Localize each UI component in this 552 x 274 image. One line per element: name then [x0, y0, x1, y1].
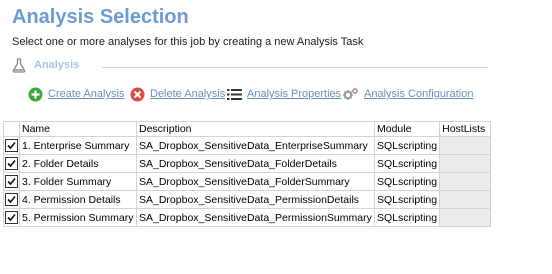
table-row[interactable]: 1. Enterprise Summary SA_Dropbox_Sensiti… — [3, 136, 492, 155]
cell-module: SQLscripting — [373, 208, 441, 227]
analysis-configuration-button[interactable]: Analysis Configuration — [343, 86, 473, 102]
table-row[interactable]: 4. Permission Details SA_Dropbox_Sensiti… — [3, 190, 492, 209]
delete-analysis-button[interactable]: Delete Analysis — [130, 86, 225, 102]
cell-name: 3. Folder Summary — [19, 172, 137, 191]
cell-name: 2. Folder Details — [19, 154, 137, 173]
create-analysis-button[interactable]: Create Analysis — [28, 86, 124, 102]
analysis-properties-button[interactable]: Analysis Properties — [227, 86, 341, 102]
delete-icon — [130, 87, 145, 101]
table-row[interactable]: 3. Folder Summary SA_Dropbox_SensitiveDa… — [3, 172, 492, 191]
column-header-name[interactable]: Name — [19, 121, 137, 137]
cell-module: SQLscripting — [373, 172, 441, 191]
row-checkbox[interactable] — [5, 193, 18, 206]
cell-hostlists — [439, 136, 492, 155]
checkmark-icon — [7, 195, 16, 204]
cell-hostlists — [439, 154, 492, 173]
gears-icon — [343, 87, 359, 100]
section-label: Analysis — [34, 59, 80, 71]
cell-module: SQLscripting — [373, 154, 441, 173]
checkmark-icon — [7, 159, 16, 168]
select-column-header — [3, 121, 20, 137]
checkmark-icon — [7, 141, 16, 150]
cell-description: SA_Dropbox_SensitiveData_FolderDetails — [136, 154, 375, 173]
cell-name: 4. Permission Details — [19, 190, 137, 209]
analysis-section-header: Analysis — [12, 58, 488, 74]
row-checkbox[interactable] — [5, 157, 18, 170]
checkmark-icon — [7, 177, 16, 186]
cell-hostlists — [439, 172, 492, 191]
table-row[interactable]: 2. Folder Details SA_Dropbox_SensitiveDa… — [3, 154, 492, 173]
cell-description: SA_Dropbox_SensitiveData_PermissionSumma… — [136, 208, 375, 227]
page-subtitle: Select one or more analyses for this job… — [12, 36, 364, 48]
row-checkbox[interactable] — [5, 211, 18, 224]
cell-module: SQLscripting — [373, 190, 441, 209]
analysis-properties-label: Analysis Properties — [247, 88, 342, 100]
delete-analysis-label: Delete Analysis — [150, 88, 226, 100]
column-header-module[interactable]: Module — [373, 121, 441, 137]
table-row[interactable]: 5. Permission Summary SA_Dropbox_Sensiti… — [3, 208, 492, 227]
column-header-description[interactable]: Description — [136, 121, 375, 137]
cell-module: SQLscripting — [373, 136, 441, 155]
page-title: Analysis Selection — [12, 6, 189, 28]
list-icon — [227, 88, 242, 100]
cell-name: 1. Enterprise Summary — [19, 136, 137, 155]
cell-description: SA_Dropbox_SensitiveData_EnterpriseSumma… — [136, 136, 375, 155]
column-header-hostlists[interactable]: HostLists — [439, 121, 492, 137]
add-icon — [28, 87, 43, 101]
cell-description: SA_Dropbox_SensitiveData_FolderSummary — [136, 172, 375, 191]
create-analysis-label: Create Analysis — [48, 88, 125, 100]
row-checkbox[interactable] — [5, 175, 18, 188]
flask-icon — [12, 58, 26, 78]
row-checkbox[interactable] — [5, 139, 18, 152]
cell-name: 5. Permission Summary — [19, 208, 137, 227]
analysis-configuration-label: Analysis Configuration — [364, 88, 474, 100]
section-divider — [102, 67, 488, 68]
cell-description: SA_Dropbox_SensitiveData_PermissionDetai… — [136, 190, 375, 209]
checkmark-icon — [7, 213, 16, 222]
cell-hostlists — [439, 190, 492, 209]
cell-hostlists — [439, 208, 492, 227]
analysis-table: Name Description Module HostLists 1. Ent… — [3, 121, 492, 227]
table-header-row: Name Description Module HostLists — [3, 121, 492, 137]
